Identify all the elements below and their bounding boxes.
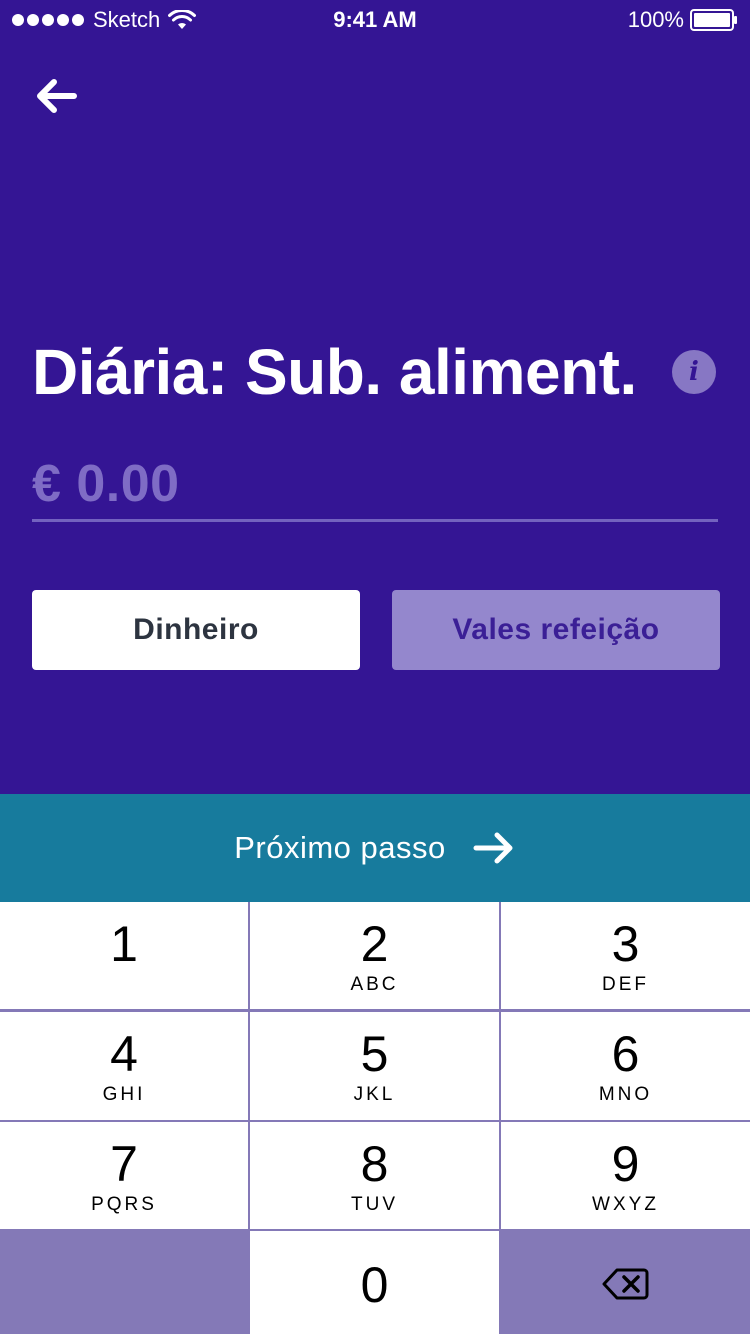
battery-percent: 100%	[627, 7, 684, 32]
arrow-right-icon	[473, 832, 513, 864]
key-0[interactable]: 0	[250, 1231, 499, 1334]
page-title: Diária: Sub. aliment.	[32, 336, 637, 408]
key-digit: 7	[110, 1136, 138, 1192]
key-1[interactable]: 1	[0, 902, 248, 1009]
key-9[interactable]: 9 WXYZ	[501, 1122, 750, 1229]
backspace-icon	[602, 1268, 649, 1300]
key-digit: 9	[611, 1136, 640, 1192]
status-bar: Sketch 9:41 AM 100%	[0, 0, 750, 40]
key-letters: MNO	[598, 1084, 653, 1105]
amount-field[interactable]: € 0.00	[32, 448, 718, 522]
key-letters: TUV	[351, 1194, 398, 1215]
title-row: Diária: Sub. aliment. i	[32, 330, 722, 414]
info-icon[interactable]: i	[672, 350, 716, 394]
numeric-keypad: 1 2 ABC 3 DEF 4 GHI 5 JKL 6 MNO 7 PQRS 8	[0, 902, 750, 1334]
key-digit: 1	[110, 916, 138, 972]
key-4[interactable]: 4 GHI	[0, 1012, 248, 1120]
key-letters: PQRS	[91, 1194, 157, 1215]
key-2[interactable]: 2 ABC	[250, 902, 499, 1009]
key-digit: 5	[360, 1026, 389, 1082]
back-button[interactable]	[30, 74, 86, 118]
amount-underline	[32, 519, 718, 522]
key-digit: 2	[360, 916, 389, 972]
battery-icon	[690, 9, 737, 31]
delete-button[interactable]	[501, 1231, 750, 1334]
arrow-left-icon	[37, 79, 77, 113]
key-7[interactable]: 7 PQRS	[0, 1122, 248, 1229]
key-digit: 4	[110, 1026, 138, 1082]
key-digit: 0	[360, 1257, 389, 1313]
key-letters: GHI	[102, 1084, 146, 1105]
next-step-label: Próximo passo	[234, 830, 446, 865]
key-digit: 6	[611, 1026, 640, 1082]
screen: Sketch 9:41 AM 100% Diária: Sub. aliment…	[0, 0, 750, 1334]
key-3[interactable]: 3 DEF	[501, 902, 750, 1009]
keypad-empty-cell	[0, 1231, 248, 1334]
key-letters: DEF	[602, 974, 649, 995]
top-panel: Sketch 9:41 AM 100% Diária: Sub. aliment…	[0, 0, 750, 794]
key-letters: JKL	[353, 1084, 396, 1105]
key-digit: 8	[360, 1136, 389, 1192]
key-letters: ABC	[350, 974, 399, 995]
status-right: 100%	[628, 7, 738, 33]
cash-option-button[interactable]: Dinheiro	[32, 590, 360, 670]
amount-value: € 0.00	[32, 455, 180, 513]
key-letters: WXYZ	[592, 1194, 659, 1215]
key-8[interactable]: 8 TUV	[250, 1122, 499, 1229]
key-digit: 3	[611, 916, 640, 972]
key-5[interactable]: 5 JKL	[250, 1012, 499, 1120]
next-step-button[interactable]: Próximo passo	[0, 794, 750, 902]
meal-vouchers-option-button[interactable]: Vales refeição	[392, 590, 720, 670]
key-6[interactable]: 6 MNO	[501, 1012, 750, 1120]
